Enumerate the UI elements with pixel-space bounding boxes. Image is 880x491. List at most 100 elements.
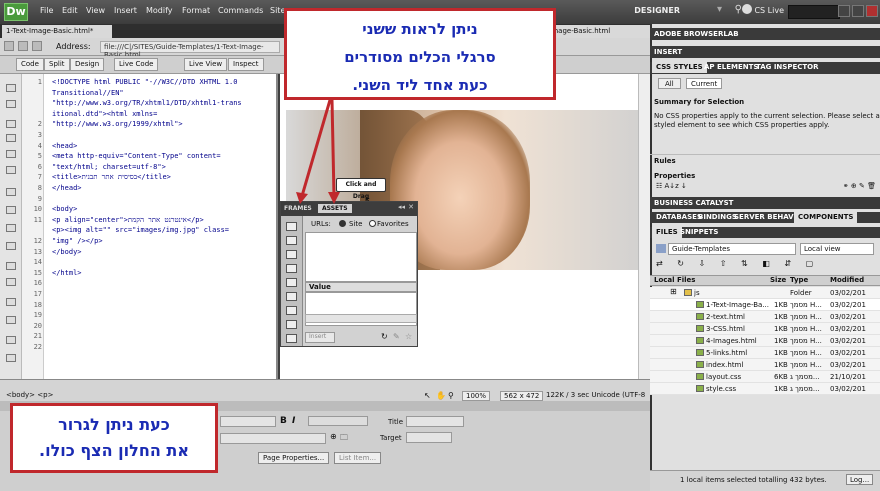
images-category-icon[interactable] (286, 222, 297, 231)
menu-view[interactable]: View (86, 6, 105, 15)
menu-format[interactable]: Format (182, 6, 210, 15)
inspect-button[interactable]: Inspect (228, 58, 264, 71)
maximize-button[interactable] (852, 5, 864, 17)
close-panel-icon[interactable]: ✕ (408, 203, 414, 211)
menu-modify[interactable]: Modify (146, 6, 173, 15)
colors-category-icon[interactable] (286, 236, 297, 245)
remove-comment-icon[interactable] (6, 278, 16, 286)
document-tab-right[interactable]: t-Image-Basic.html (540, 25, 650, 38)
list-item-button[interactable]: List Item... (334, 452, 382, 464)
browserlab-header[interactable]: ADOBE BROWSERLAB (650, 28, 880, 40)
tab-frames[interactable]: FRAMES (284, 205, 312, 212)
open-documents-icon[interactable] (6, 84, 16, 92)
col-local-files[interactable]: Local Files (654, 276, 695, 284)
forward-icon[interactable] (18, 41, 28, 51)
menu-insert[interactable]: Insert (114, 6, 137, 15)
col-modified[interactable]: Modified (830, 276, 864, 284)
workspace-switcher[interactable]: DESIGNER (634, 6, 680, 15)
syntax-error-icon[interactable] (6, 224, 16, 232)
shockwave-category-icon[interactable] (286, 278, 297, 287)
indent-icon[interactable] (6, 336, 16, 344)
code-view-button[interactable]: Code (16, 58, 44, 71)
tab-css-styles[interactable]: CSS STYLES (652, 62, 707, 73)
edit-icon[interactable]: ✎ (393, 332, 400, 341)
code-line[interactable]: <!DOCTYPE html PUBLIC "-//W3C//DTD XHTML… (52, 78, 237, 86)
bold-button[interactable]: B (280, 416, 287, 426)
col-type[interactable]: Type (790, 276, 808, 284)
value-column-header[interactable]: Value (305, 282, 417, 292)
code-line[interactable]: <head> (52, 142, 77, 150)
target-select[interactable] (406, 432, 452, 443)
word-wrap-icon[interactable] (6, 242, 16, 250)
design-scrollbar[interactable] (638, 74, 650, 379)
css-all-button[interactable]: All (658, 78, 681, 89)
code-line[interactable]: "http://www.w3.org/TR/xhtml1/DTD/xhtml1-… (52, 99, 242, 107)
select-parent-tag-icon[interactable] (6, 150, 16, 158)
point-to-file-icon[interactable]: ⊕ (330, 432, 337, 441)
browse-folder-icon[interactable]: 🗀 (340, 432, 348, 446)
list-buttons[interactable] (308, 416, 368, 426)
collapse-selection-icon[interactable] (6, 120, 16, 128)
urls-category-icon[interactable] (286, 250, 297, 259)
font-select[interactable] (220, 416, 276, 427)
collapse-panel-icon[interactable]: ◂◂ (398, 203, 405, 211)
address-field[interactable]: file:///C|/SITES/Guide-Templates/1-Text-… (100, 41, 280, 59)
tab-snippets[interactable]: SNIPPETS (676, 227, 722, 238)
insert-button[interactable]: Insert (305, 332, 335, 343)
expand-all-icon[interactable] (6, 134, 16, 142)
document-tab[interactable]: 1-Text-Image-Basic.html* (2, 25, 112, 38)
site-radio[interactable] (339, 220, 346, 227)
floating-assets-panel[interactable]: FRAMES ASSETS ◂◂ ✕ URLs: Site Favorites … (280, 201, 418, 347)
help-search-input[interactable] (788, 5, 840, 19)
line-numbers-icon[interactable] (6, 188, 16, 196)
live-view-button[interactable]: Live View (184, 58, 228, 71)
view-select[interactable]: Local view (800, 243, 874, 255)
refresh-icon[interactable]: ↻ (381, 332, 388, 341)
zoom-select[interactable]: 100% (462, 391, 491, 401)
select-tool-icon[interactable]: ↖ (424, 391, 431, 400)
design-view-button[interactable]: Design (70, 58, 105, 71)
scripts-category-icon[interactable] (286, 306, 297, 315)
library-category-icon[interactable] (286, 334, 297, 343)
hand-tool-icon[interactable]: ✋ (436, 391, 446, 400)
title-input[interactable] (406, 416, 464, 427)
code-line[interactable]: </html> (52, 269, 82, 277)
code-line[interactable]: </body> (52, 248, 82, 256)
site-select[interactable]: Guide-Templates (668, 243, 796, 255)
cs-live-link[interactable]: CS Live (754, 6, 784, 15)
menu-commands[interactable]: Commands (218, 6, 263, 15)
menu-file[interactable]: File (40, 6, 53, 15)
favorites-radio[interactable] (369, 220, 376, 227)
templates-category-icon[interactable] (286, 320, 297, 329)
collapse-tag-icon[interactable] (6, 100, 16, 108)
zoom-tool-icon[interactable]: ⚲ (448, 391, 454, 400)
close-window-button[interactable] (866, 5, 878, 17)
highlight-invalid-icon[interactable] (6, 206, 16, 214)
swf-category-icon[interactable] (286, 264, 297, 273)
balance-braces-icon[interactable] (6, 166, 16, 174)
css-action-icons[interactable]: ⚭ ⊕ ✎ 🗑 (810, 182, 876, 192)
code-line[interactable]: <p align="center">אינטרנט אתר הקמת</p> (52, 216, 204, 224)
window-size-select[interactable]: 562 x 472 (500, 391, 544, 401)
split-view-button[interactable]: Split (44, 58, 70, 71)
movies-category-icon[interactable] (286, 292, 297, 301)
outdent-icon[interactable] (6, 354, 16, 362)
code-line[interactable]: <title>בסיסית אתר תבנית</title> (52, 173, 171, 181)
code-line[interactable]: <meta http-equiv="Content-Type" content= (52, 152, 221, 160)
minimize-button[interactable] (838, 5, 850, 17)
log-button[interactable]: Log... (846, 474, 874, 485)
code-line[interactable]: <p><img alt="" src="images/img.jpg" clas… (52, 226, 229, 234)
italic-button[interactable]: I (292, 416, 295, 426)
add-favorite-icon[interactable]: ☆ (405, 332, 412, 341)
code-line[interactable]: "img" /></p> (52, 237, 103, 245)
code-line[interactable]: </head> (52, 184, 82, 192)
asset-list-scrollbar[interactable] (305, 314, 417, 323)
business-catalyst-header[interactable]: BUSINESS CATALYST (650, 197, 880, 209)
code-line[interactable]: "text/html; charset=utf-8"> (52, 163, 166, 171)
col-size[interactable]: Size (770, 276, 786, 284)
css-view-buttons[interactable]: ☷ A↓z ↓ (656, 182, 706, 192)
wrap-tag-icon[interactable] (6, 298, 16, 306)
files-toolbar[interactable]: ⇄ ↻ ⇩ ⇧ ⇅ ◧ ⇵ ▢ (656, 259, 876, 271)
live-code-button[interactable]: Live Code (114, 58, 159, 71)
back-icon[interactable] (4, 41, 14, 51)
